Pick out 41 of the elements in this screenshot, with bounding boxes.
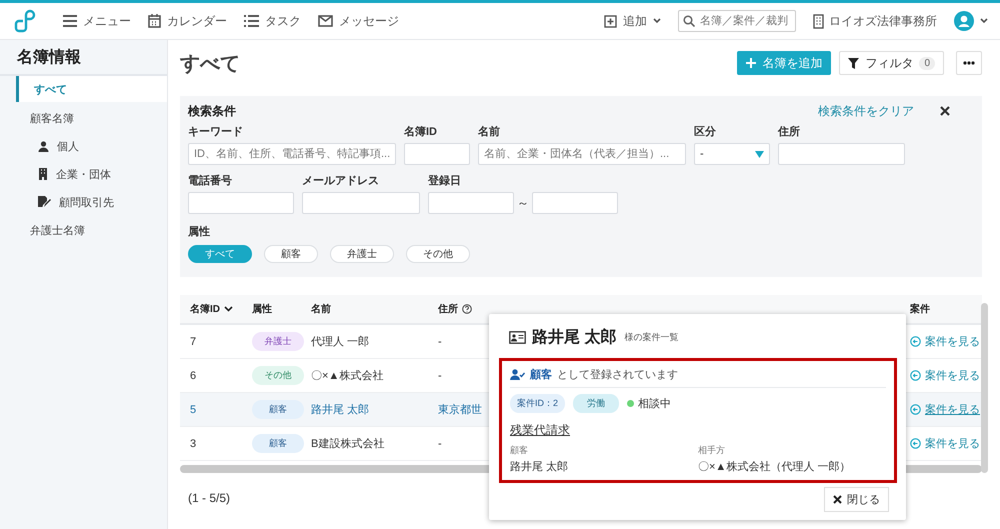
field-label: 区分 [694,124,717,139]
attribute-tag: 弁護士 [252,332,304,351]
table-cell-text: 〇×▲株式会社 [311,369,384,383]
popup-subtitle: 様の案件一覧 [624,330,678,344]
field-label: 属性 [188,224,211,239]
table-cell: - [438,438,442,450]
party-name: 路井尾 太郎 [510,460,570,474]
attribute-tag: その他 [252,366,304,385]
table-cell-text: 路井尾 太郎 [311,402,370,417]
field-label: 電話番号 [188,174,233,188]
pagination-text: (1 - 5/5) [188,491,230,505]
table-cell: 5 [190,404,196,416]
table-cell: 7 [190,336,196,348]
party-label: 顧客 [510,444,529,457]
field-label: 登録日 [428,174,462,188]
role-label: 顧客 [530,368,552,382]
popup-title: 路井尾 太郎 [532,327,616,348]
attribute-tag: 顧客 [252,400,304,419]
page-title: すべて [180,52,240,76]
panel-title: 検索条件 [188,102,236,120]
range-separator: ～ [517,194,529,212]
table-cell: 6 [190,370,196,382]
field-label: キーワード [188,125,244,139]
category-badge: 労働 [573,394,620,413]
table-cell: - [438,370,442,382]
field-label: 名前 [478,124,501,139]
attribute-tag: 顧客 [252,434,304,453]
table-cell: 3 [190,438,196,450]
role-text: として登録されています [557,368,678,382]
table-cell-text: B建設株式会社 [311,437,384,451]
field-label: 住所 [778,124,801,139]
filter-count: 0 [919,56,935,70]
table-cell-text: 代理人 一郎 [311,334,370,349]
table-cell-text: 東京都世 [438,402,482,417]
table-cell: - [438,336,442,348]
field-label: 名簿ID [404,124,438,139]
party-name: 〇×▲株式会社（代理人 一郎） [698,460,852,474]
party-label: 相手方 [698,444,726,457]
case-id-badge: 案件ID：2 [510,394,566,413]
field-label: メールアドレス [302,174,380,188]
status-text: 相談中 [638,397,672,411]
